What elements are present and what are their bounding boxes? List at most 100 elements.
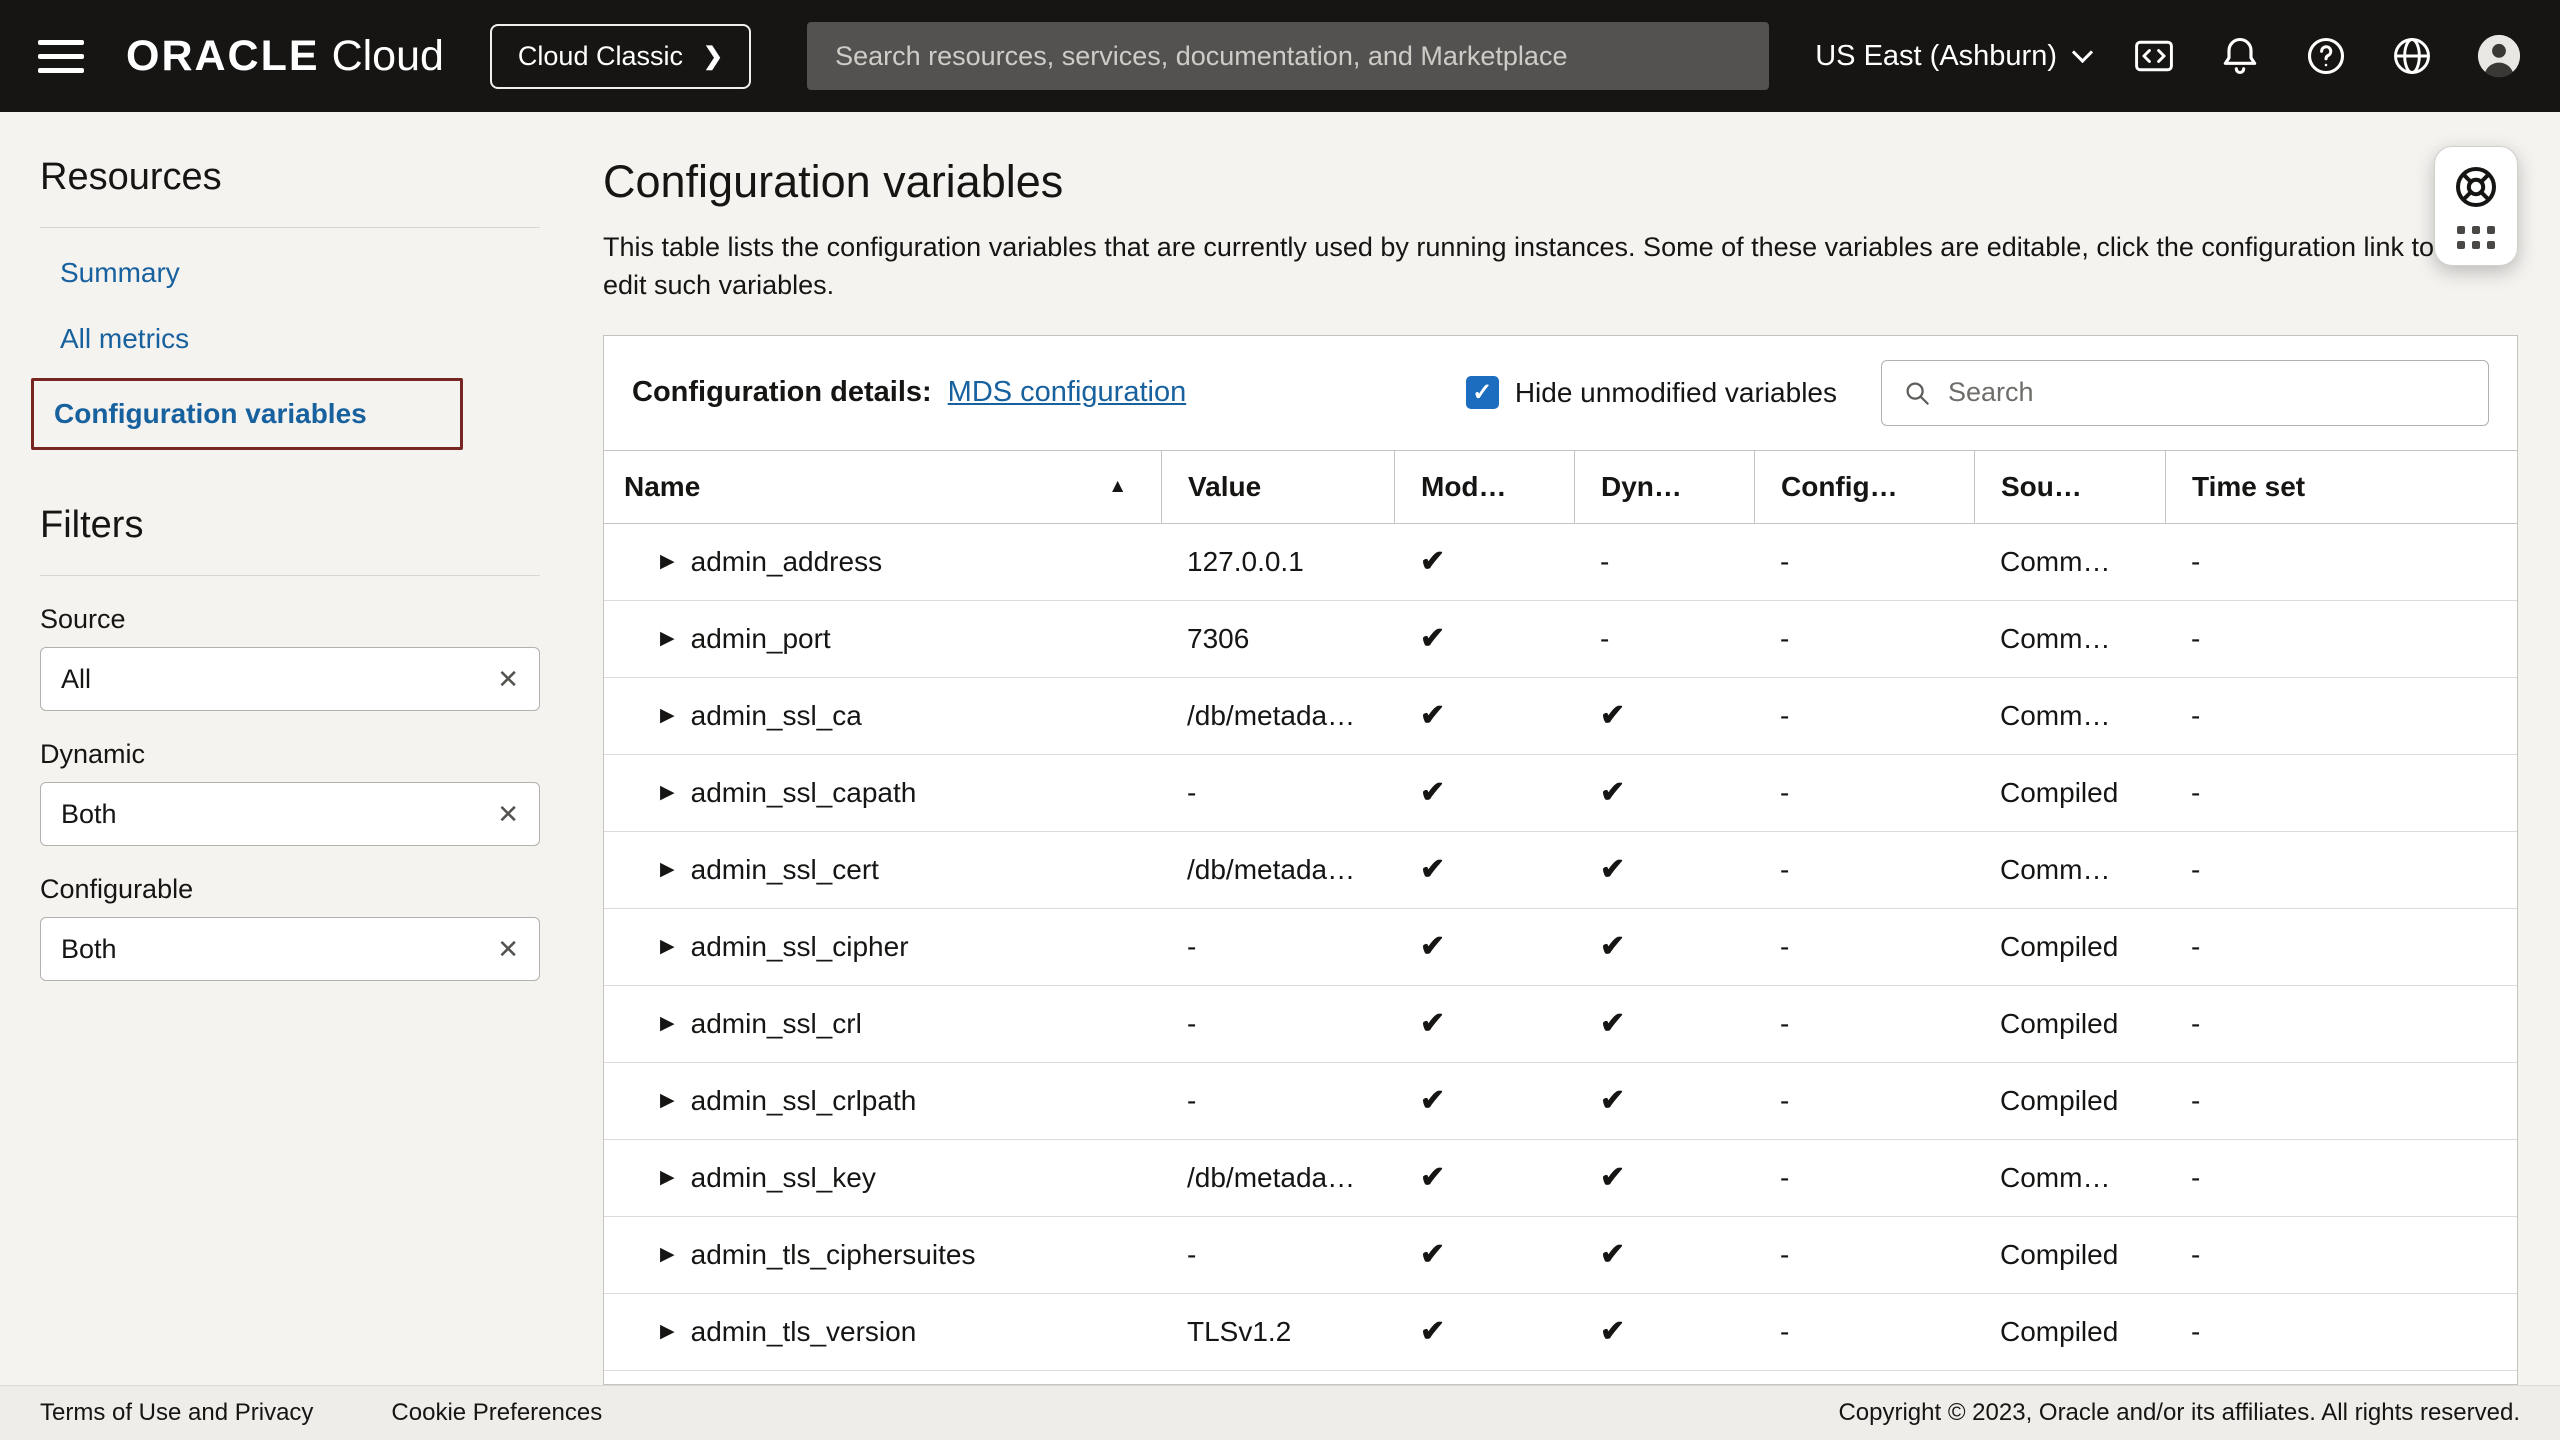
clear-filter-icon[interactable]: ✕ (497, 799, 519, 830)
cell-name: ▶admin_port (604, 601, 1161, 677)
config-details-label: Configuration details: (632, 376, 932, 409)
table-row-admin-tls-version[interactable]: ▶admin_tls_versionTLSv1.2✔✔-Compiled- (604, 1294, 2517, 1371)
table-row-admin-ssl-crlpath[interactable]: ▶admin_ssl_crlpath-✔✔-Compiled- (604, 1063, 2517, 1140)
table-row-admin-ssl-ca[interactable]: ▶admin_ssl_ca/db/metada…✔✔-Comm…- (604, 678, 2517, 755)
column-header-sou[interactable]: Sou… (1974, 451, 2165, 523)
table-row-admin-tls-ciphersuites[interactable]: ▶admin_tls_ciphersuites-✔✔-Compiled- (604, 1217, 2517, 1294)
check-icon: ✔ (1420, 1083, 1445, 1118)
check-icon: ✔ (1420, 1237, 1445, 1272)
column-header-mod[interactable]: Mod… (1394, 451, 1574, 523)
table-row-admin-ssl-crl[interactable]: ▶admin_ssl_crl-✔✔-Compiled- (604, 986, 2517, 1063)
sidebar-item-all-metrics[interactable]: All metrics (40, 306, 540, 372)
cell-value: - (1161, 909, 1394, 985)
column-header-time-set[interactable]: Time set (2165, 451, 2517, 523)
cell-value: 127.0.0.1 (1161, 524, 1394, 600)
expand-caret-icon[interactable]: ▶ (660, 1320, 675, 1343)
cell-source: Compiled (1974, 1217, 2165, 1293)
column-header-name[interactable]: Name ▲ (604, 451, 1161, 523)
filter-value: Both (61, 799, 117, 830)
cell-dynamic: ✔ (1574, 678, 1754, 754)
cell-dynamic: ✔ (1574, 1217, 1754, 1293)
check-icon: ✔ (1420, 1160, 1445, 1195)
sort-ascending-icon[interactable]: ▲ (1108, 476, 1127, 498)
check-icon: ✔ (1600, 1237, 1625, 1272)
expand-caret-icon[interactable]: ▶ (660, 935, 675, 958)
cell-modified: ✔ (1394, 1217, 1574, 1293)
check-icon: ✔ (1600, 698, 1625, 733)
table-row-admin-address[interactable]: ▶admin_address127.0.0.1✔--Comm…- (604, 524, 2517, 601)
content-area: Resources SummaryAll metricsConfiguratio… (0, 112, 2560, 1385)
cell-configurable: - (1754, 678, 1974, 754)
mds-configuration-link[interactable]: MDS configuration (948, 376, 1187, 409)
expand-caret-icon[interactable]: ▶ (660, 858, 675, 881)
check-icon: ✔ (1420, 1314, 1445, 1349)
cell-modified: ✔ (1394, 678, 1574, 754)
check-icon: ✔ (1420, 621, 1445, 656)
footer-link-cookie-preferences[interactable]: Cookie Preferences (391, 1399, 602, 1427)
cell-source: Compiled (1974, 1294, 2165, 1370)
sidebar-item-summary[interactable]: Summary (40, 240, 540, 306)
user-avatar[interactable] (2476, 33, 2522, 79)
check-icon: ✔ (1420, 775, 1445, 810)
column-header-value[interactable]: Value (1161, 451, 1394, 523)
table-row-admin-ssl-capath[interactable]: ▶admin_ssl_capath-✔✔-Compiled- (604, 755, 2517, 832)
filter-select-configurable[interactable]: Both✕ (40, 917, 540, 981)
help-icon[interactable] (2304, 34, 2348, 78)
cell-name: ▶admin_ssl_cipher (604, 909, 1161, 985)
main-panel: Configuration variables This table lists… (564, 112, 2560, 1385)
expand-caret-icon[interactable]: ▶ (660, 1089, 675, 1112)
filter-select-dynamic[interactable]: Both ✕ (40, 782, 540, 846)
table-row-admin-ssl-cert[interactable]: ▶admin_ssl_cert/db/metada…✔✔-Comm…- (604, 832, 2517, 909)
cell-dynamic: ✔ (1574, 832, 1754, 908)
expand-caret-icon[interactable]: ▶ (660, 627, 675, 650)
oracle-cloud-logo[interactable]: ORACLE Cloud (126, 32, 444, 81)
expand-caret-icon[interactable]: ▶ (660, 1243, 675, 1266)
hide-unmodified-checkbox[interactable]: ✓ Hide unmodified variables (1466, 376, 1837, 409)
resources-sidebar: Resources SummaryAll metricsConfiguratio… (0, 112, 564, 1385)
globe-language-icon[interactable] (2390, 34, 2434, 78)
explorer-ring-icon (2452, 163, 2500, 211)
divider (40, 575, 540, 576)
expand-caret-icon[interactable]: ▶ (660, 1012, 675, 1035)
toolbar-right: ✓ Hide unmodified variables (1466, 360, 2489, 426)
table-row-admin-port[interactable]: ▶admin_port7306✔--Comm…- (604, 601, 2517, 678)
table-search-box[interactable] (1881, 360, 2489, 426)
cell-dynamic: - (1574, 524, 1754, 600)
table-search-input[interactable] (1948, 377, 2468, 408)
cell-modified: ✔ (1394, 524, 1574, 600)
table-row-admin-ssl-key[interactable]: ▶admin_ssl_key/db/metada…✔✔-Comm…- (604, 1140, 2517, 1217)
cloud-classic-label: Cloud Classic (518, 41, 683, 72)
footer-link-terms-of-use-and-privacy[interactable]: Terms of Use and Privacy (40, 1399, 313, 1427)
cloud-classic-button[interactable]: Cloud Classic ❯ (490, 24, 751, 89)
expand-caret-icon[interactable]: ▶ (660, 781, 675, 804)
hamburger-menu-icon[interactable] (38, 40, 84, 73)
table-row-admin-ssl-cipher[interactable]: ▶admin_ssl_cipher-✔✔-Compiled- (604, 909, 2517, 986)
cell-dynamic: ✔ (1574, 909, 1754, 985)
clear-filter-icon[interactable]: ✕ (497, 664, 519, 695)
variable-name: admin_ssl_crl (691, 1008, 862, 1040)
floating-launcher-widget[interactable] (2434, 146, 2518, 266)
global-search-bar[interactable] (807, 22, 1769, 90)
expand-caret-icon[interactable]: ▶ (660, 1166, 675, 1189)
expand-caret-icon[interactable]: ▶ (660, 550, 675, 573)
cloud-shell-icon[interactable] (2132, 34, 2176, 78)
cell-configurable: - (1754, 1063, 1974, 1139)
column-header-label: Name (624, 471, 700, 503)
region-selector[interactable]: US East (Ashburn) (1815, 40, 2090, 73)
column-header-config[interactable]: Config… (1754, 451, 1974, 523)
notifications-bell-icon[interactable] (2218, 34, 2262, 78)
sidebar-items: SummaryAll metricsConfiguration variable… (40, 240, 540, 450)
sidebar-filters: SourceAll✕DynamicBoth✕ConfigurableBoth✕ (40, 604, 540, 981)
column-header-dyn[interactable]: Dyn… (1574, 451, 1754, 523)
check-icon: ✔ (1420, 544, 1445, 579)
sidebar-item-configuration-variables[interactable]: Configuration variables (31, 378, 463, 450)
checkbox-checked-icon[interactable]: ✓ (1466, 376, 1499, 409)
cell-modified: ✔ (1394, 1063, 1574, 1139)
column-header-label: Time set (2192, 471, 2305, 503)
clear-filter-icon[interactable]: ✕ (497, 934, 519, 965)
expand-caret-icon[interactable]: ▶ (660, 704, 675, 727)
filter-select-source[interactable]: All✕ (40, 647, 540, 711)
filter-label-configurable: Configurable (40, 874, 540, 905)
check-icon: ✔ (1420, 929, 1445, 964)
global-search-input[interactable] (807, 41, 1769, 72)
